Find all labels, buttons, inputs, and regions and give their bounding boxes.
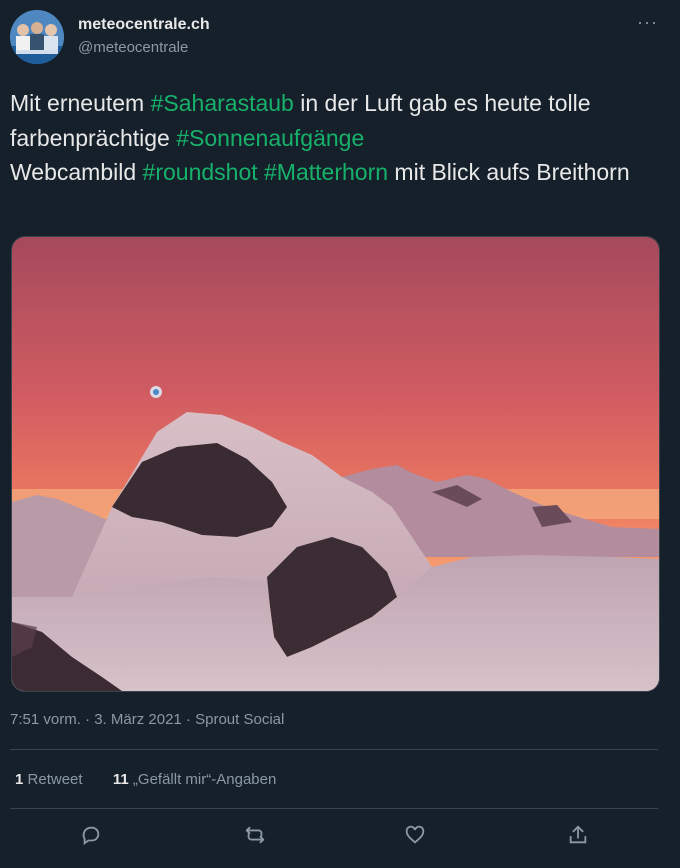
tweet-time[interactable]: 7:51 vorm.	[10, 711, 81, 728]
retweets-stat[interactable]: 1 Retweet	[15, 771, 83, 788]
team-photo-avatar-icon	[10, 10, 64, 64]
mountain-sunrise-image	[12, 237, 659, 691]
hashtag-link[interactable]: #Sonnenaufgänge	[176, 125, 364, 151]
more-icon[interactable]: ···	[637, 12, 658, 33]
action-bar	[0, 820, 680, 856]
likes-count: 11	[112, 771, 129, 788]
tweet-photo[interactable]	[11, 236, 660, 692]
tweet-text: Mit erneutem #Saharastaub in der Luft ga…	[10, 86, 650, 190]
reply-icon[interactable]	[76, 820, 106, 850]
tweet-text-segment: Webcambild	[10, 159, 143, 185]
tweet-text-segment: Mit erneutem	[10, 90, 151, 116]
hashtag-link[interactable]: #Saharastaub	[151, 90, 294, 116]
likes-label: „Gefällt mir“-Angaben	[132, 771, 277, 788]
meta-separator: ·	[181, 711, 196, 728]
hashtag-link[interactable]: #Matterhorn	[264, 159, 388, 185]
retweets-label: Retweet	[27, 771, 83, 788]
likes-stat[interactable]: 11 „Gefällt mir“-Angaben	[113, 771, 276, 788]
tweet: meteocentrale.ch @meteocentrale ··· Mit …	[0, 0, 680, 868]
author-handle[interactable]: @meteocentrale	[78, 39, 188, 56]
hashtag-link[interactable]: #roundshot	[143, 159, 258, 185]
divider	[10, 808, 658, 809]
tweet-date[interactable]: 3. März 2021	[94, 711, 182, 728]
share-icon[interactable]	[563, 820, 593, 850]
tweet-text-segment: mit Blick aufs Breithorn	[388, 159, 630, 185]
like-icon[interactable]	[400, 820, 430, 850]
retweets-count: 1	[15, 771, 24, 788]
divider	[10, 749, 658, 750]
meta-separator: ·	[80, 711, 95, 728]
avatar[interactable]	[10, 10, 64, 64]
tweet-meta: 7:51 vorm. · 3. März 2021 · Sprout Socia…	[10, 711, 284, 728]
retweet-icon[interactable]	[240, 820, 270, 850]
tweet-source[interactable]: Sprout Social	[195, 711, 284, 728]
author-name[interactable]: meteocentrale.ch	[78, 16, 210, 34]
engagement-stats: 1 Retweet 11 „Gefällt mir“-Angaben	[15, 771, 276, 788]
